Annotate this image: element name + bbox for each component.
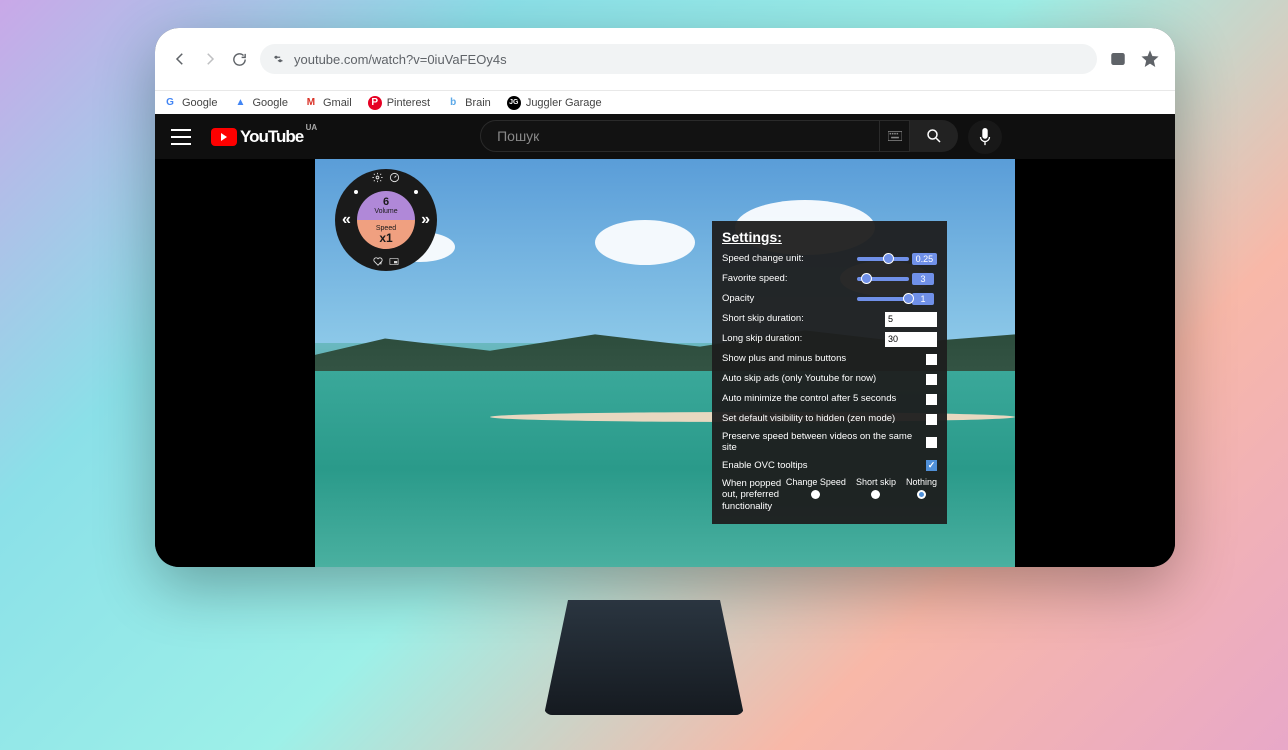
zen-checkbox[interactable] [926,414,937,425]
site-settings-icon [272,52,286,66]
heart-icon[interactable] [373,256,384,267]
ovc-volume-section[interactable]: 6 Volume [357,191,415,220]
monitor-stand [544,600,744,715]
youtube-header: YouTube UA Пошук [155,114,1175,159]
hamburger-menu[interactable] [171,129,191,145]
video-player-area: « » 6 Volume Speed x1 [155,159,1175,567]
juggler-icon: JG [507,96,521,110]
show-pm-checkbox[interactable] [926,354,937,365]
auto-min-label: Auto minimize the control after 5 second… [722,393,926,404]
fav-speed-slider[interactable] [857,277,909,281]
speed-unit-slider[interactable] [857,257,909,261]
pip-icon[interactable] [389,256,400,267]
fav-speed-label: Favorite speed: [722,273,857,284]
zen-label: Set default visibility to hidden (zen mo… [722,413,926,424]
monitor-screen: youtube.com/watch?v=0iuVaFEOy4s G Google… [155,28,1175,567]
ovc-control-widget[interactable]: « » 6 Volume Speed x1 [335,169,437,271]
forward-button[interactable] [201,50,219,68]
bookmark-pinterest[interactable]: P Pinterest [368,96,430,110]
speedometer-icon[interactable] [389,172,400,183]
browser-nav-bar: youtube.com/watch?v=0iuVaFEOy4s [155,28,1175,90]
youtube-play-icon [211,128,237,146]
url-text: youtube.com/watch?v=0iuVaFEOy4s [294,52,507,67]
radio-nothing[interactable]: Nothing [906,478,937,499]
long-skip-label: Long skip duration: [722,333,885,344]
tooltips-checkbox[interactable]: ✓ [926,460,937,471]
short-skip-label: Short skip duration: [722,313,885,324]
drive-icon: ▲ [233,96,247,110]
search-input[interactable]: Пошук [480,120,880,152]
bookmark-google[interactable]: G Google [163,96,217,110]
popout-label: When popped out, preferred functionality [722,478,786,512]
locale-badge: UA [306,123,318,132]
gmail-icon: M [304,96,318,110]
ovc-dot [414,190,418,194]
bookmark-gmail[interactable]: M Gmail [304,96,352,110]
reload-button[interactable] [231,51,248,68]
ovc-settings-panel: Settings: Speed change unit: 0.25 Favori… [712,221,947,524]
brain-icon: b [446,96,460,110]
show-pm-label: Show plus and minus buttons [722,353,926,364]
video-content[interactable]: « » 6 Volume Speed x1 [315,159,1015,567]
preserve-checkbox[interactable] [926,437,937,448]
google-icon: G [163,96,177,110]
voice-search-button[interactable] [968,120,1002,154]
ovc-dot [354,190,358,194]
preserve-label: Preserve speed between videos on the sam… [722,431,926,454]
radio-change-speed[interactable]: Change Speed [786,478,846,499]
settings-title: Settings: [722,229,937,245]
bookmark-star-icon[interactable] [1141,50,1159,68]
long-skip-input[interactable] [885,332,937,347]
radio-short-skip[interactable]: Short skip [856,478,896,499]
install-app-icon[interactable] [1109,50,1127,68]
pinterest-icon: P [368,96,382,110]
auto-min-checkbox[interactable] [926,394,937,405]
short-skip-input[interactable] [885,312,937,327]
opacity-slider[interactable] [857,297,909,301]
bookmark-juggler[interactable]: JG Juggler Garage [507,96,602,110]
search-button[interactable] [910,120,958,152]
ovc-speed-section[interactable]: Speed x1 [357,220,415,249]
speed-unit-label: Speed change unit: [722,253,857,264]
bookmark-google-drive[interactable]: ▲ Google [233,96,287,110]
ovc-forward-arrow[interactable]: » [421,211,430,229]
bookmarks-bar: G Google ▲ Google M Gmail P Pinterest b … [155,90,1175,114]
gear-icon[interactable] [372,172,383,183]
url-bar[interactable]: youtube.com/watch?v=0iuVaFEOy4s [260,44,1097,74]
tooltips-label: Enable OVC tooltips [722,460,926,471]
auto-skip-label: Auto skip ads (only Youtube for now) [722,373,926,384]
ovc-back-arrow[interactable]: « [342,211,351,229]
opacity-label: Opacity [722,293,857,304]
keyboard-icon[interactable] [880,120,910,152]
bookmark-brain[interactable]: b Brain [446,96,491,110]
back-button[interactable] [171,50,189,68]
youtube-logo[interactable]: YouTube UA [211,127,303,147]
auto-skip-checkbox[interactable] [926,374,937,385]
